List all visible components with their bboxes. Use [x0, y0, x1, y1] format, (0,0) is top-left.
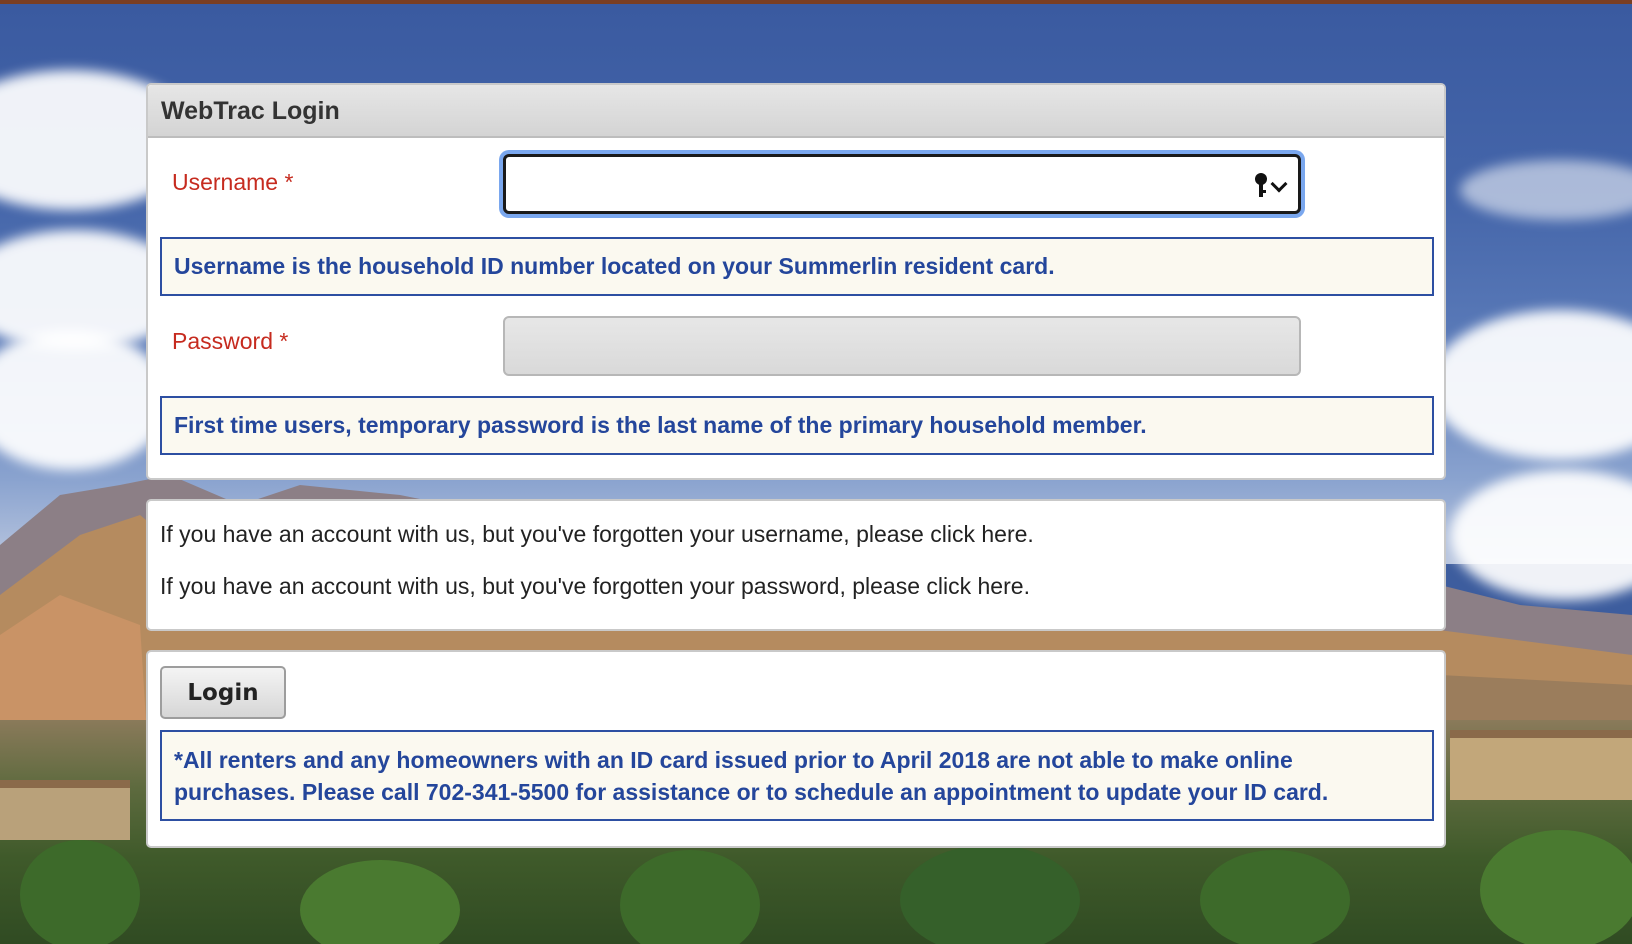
username-label: Username * [172, 169, 294, 195]
tree [1480, 830, 1632, 944]
username-input[interactable] [503, 154, 1301, 214]
forgot-username-text: If you have an account with us, but you'… [160, 521, 982, 547]
forgot-username-period: . [1027, 521, 1034, 547]
login-button[interactable]: Login [160, 666, 286, 719]
password-label: Password * [172, 328, 289, 354]
panel-title: WebTrac Login [148, 85, 1444, 138]
tree [20, 840, 140, 944]
tree [900, 845, 1080, 944]
chevron-down-icon[interactable] [1270, 177, 1288, 195]
tree [1200, 850, 1350, 944]
forgot-password-link[interactable]: here [978, 573, 1024, 599]
password-input[interactable] [503, 316, 1301, 376]
forgot-password-line: If you have an account with us, but you'… [160, 573, 1030, 600]
key-icon[interactable] [1254, 173, 1268, 199]
renter-notice: *All renters and any homeowners with an … [160, 730, 1434, 821]
forgot-credentials-panel: If you have an account with us, but you'… [146, 499, 1446, 631]
forgot-password-text: If you have an account with us, but you'… [160, 573, 978, 599]
submit-panel: Login *All renters and any homeowners wi… [146, 650, 1446, 848]
autofill-icons[interactable] [1254, 173, 1288, 199]
forgot-password-period: . [1023, 573, 1030, 599]
username-hint: Username is the household ID number loca… [160, 237, 1434, 296]
forgot-username-link[interactable]: here [981, 521, 1027, 547]
password-hint: First time users, temporary password is … [160, 396, 1434, 455]
forgot-username-line: If you have an account with us, but you'… [160, 521, 1034, 548]
house [0, 780, 130, 840]
house [1450, 730, 1632, 800]
login-panel: WebTrac Login Username * Username is the… [146, 83, 1446, 480]
